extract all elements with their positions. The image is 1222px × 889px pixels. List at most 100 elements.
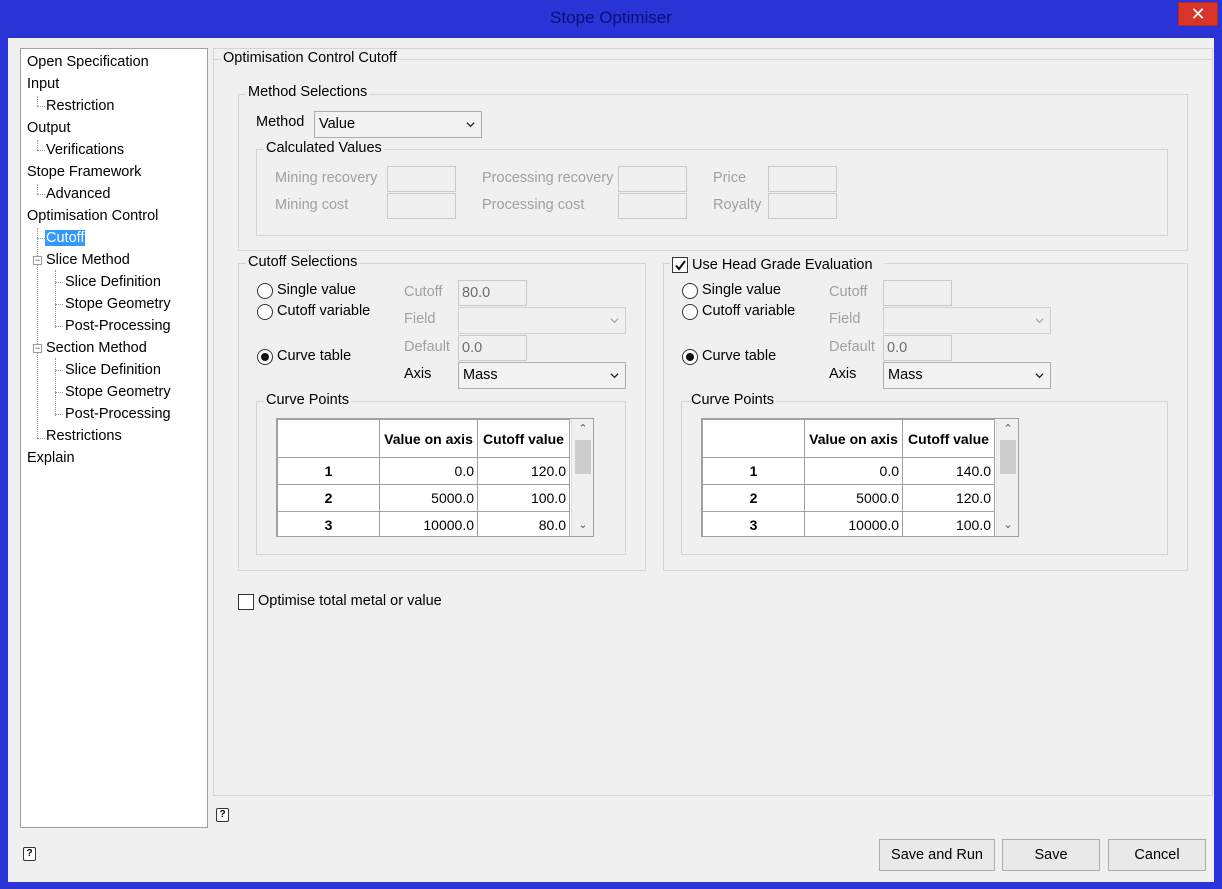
tree-item-output[interactable]: Output [27,118,71,138]
scroll-thumb[interactable] [575,440,591,474]
table-scrollbar[interactable]: ⌃ ⌄ [571,419,593,536]
table-cell[interactable]: 80.0 [477,511,570,536]
scroll-up-icon[interactable]: ⌃ [997,421,1018,437]
curve-table-label: Curve table [277,348,352,364]
tree-item-slice-definition[interactable]: Slice Definition [65,272,161,292]
tree-item-input[interactable]: Input [27,74,59,94]
field-select[interactable] [458,307,626,334]
table-row[interactable]: 1 0.0 120.0 [277,457,570,485]
table-row[interactable]: 3 10000.0 100.0 [702,511,995,536]
scroll-thumb[interactable] [1000,440,1016,474]
table-cell[interactable]: 5000.0 [804,484,903,512]
tree-item-section-method[interactable]: Section Method [46,338,147,358]
help-icon[interactable]: ? [23,847,36,861]
cutoff-field[interactable]: 80.0 [458,280,527,306]
hg-field-select[interactable] [883,307,1051,334]
tree-item-label: Slice Definition [65,274,161,290]
column-header: Value on axis [804,419,903,458]
save-button[interactable]: Save [1002,839,1100,871]
tree-item-label: Verifications [46,142,125,158]
collapse-icon[interactable]: − [33,256,42,265]
table-cell[interactable]: 0.0 [379,457,478,485]
scroll-up-icon[interactable]: ⌃ [572,421,593,437]
row-header: 3 [277,511,380,536]
tree-item-slice-definition[interactable]: Slice Definition [65,360,161,380]
tree-line [55,326,63,327]
tree-item-verifications[interactable]: Verifications [46,140,124,160]
table-cell[interactable]: 5000.0 [379,484,478,512]
optimise-checkbox[interactable] [238,594,254,610]
default-field[interactable]: 0.0 [458,335,527,361]
processing-cost-field[interactable] [618,193,687,219]
collapse-icon[interactable]: − [33,344,42,353]
tree-item-explain[interactable]: Explain [27,448,75,468]
table-row[interactable]: 2 5000.0 100.0 [277,484,570,512]
table-row[interactable]: 2 5000.0 120.0 [702,484,995,512]
tree-item-label: Input [27,76,60,92]
tree-item-stope-geometry[interactable]: Stope Geometry [65,382,171,402]
table-cell[interactable]: 120.0 [902,484,995,512]
hg-axis-select[interactable]: Mass [883,362,1051,389]
hg-curve-points-label: Curve Points [689,392,777,408]
help-icon[interactable]: ? [216,808,229,822]
curve-table-radio[interactable] [257,349,273,365]
table-row[interactable]: 3 10000.0 80.0 [277,511,570,536]
table-cell[interactable]: 10000.0 [804,511,903,536]
table-cell[interactable]: 100.0 [477,484,570,512]
tree-item-label: Optimisation Control [27,208,159,224]
method-select[interactable]: Value [314,111,482,138]
table-cell[interactable]: 100.0 [902,511,995,536]
hg-cutoff-variable-radio[interactable] [682,304,698,320]
cancel-button[interactable]: Cancel [1108,839,1206,871]
tree-item-optimisation-control[interactable]: Optimisation Control [27,206,158,226]
processing-recovery-field[interactable] [618,166,687,192]
method-selections-label: Method Selections [246,84,370,100]
axis-select[interactable]: Mass [458,362,626,389]
hg-curve-table-radio[interactable] [682,349,698,365]
scroll-down-icon[interactable]: ⌄ [997,517,1018,533]
tree-item-restriction[interactable]: Restriction [46,96,115,116]
tree-line [37,238,45,239]
column-header: Cutoff value [902,419,995,458]
tree-item-advanced[interactable]: Advanced [46,184,111,204]
curve-points-table[interactable]: Value on axis Cutoff value 1 0.0 120.0 2… [276,418,594,537]
calculated-values-label: Calculated Values [264,140,384,156]
tree-item-slice-method[interactable]: Slice Method [46,250,130,270]
close-button[interactable]: ✕ [1178,2,1218,26]
hg-single-value-radio[interactable] [682,283,698,299]
save-and-run-button[interactable]: Save and Run [879,839,995,871]
mining-recovery-field[interactable] [387,166,456,192]
tree-item-cutoff[interactable]: Cutoff [45,228,86,248]
tree-item-post-processing[interactable]: Post-Processing [65,404,171,424]
tree-item-open-specification[interactable]: Open Specification [27,52,149,72]
hg-cutoff-field[interactable] [883,280,952,306]
navigation-tree[interactable]: − − Open Specification Input Restriction… [20,48,208,828]
mining-cost-field[interactable] [387,193,456,219]
tree-item-stope-framework[interactable]: Stope Framework [27,162,141,182]
tree-item-restrictions[interactable]: Restrictions [46,426,122,446]
hg-curve-points-table[interactable]: Value on axis Cutoff value 1 0.0 140.0 2… [701,418,1019,537]
hg-default-field[interactable]: 0.0 [883,335,952,361]
table-cell[interactable]: 10000.0 [379,511,478,536]
tree-item-post-processing[interactable]: Post-Processing [65,316,171,336]
price-field[interactable] [768,166,837,192]
method-label: Method [256,114,305,130]
cutoff-variable-radio[interactable] [257,304,273,320]
tree-item-label: Advanced [46,186,111,202]
cutoff-variable-label: Cutoff variable [277,303,371,319]
royalty-label: Royalty [713,197,762,213]
table-cell[interactable]: 120.0 [477,457,570,485]
table-cell[interactable]: 0.0 [804,457,903,485]
field-label: Field [404,311,436,327]
tree-item-label: Post-Processing [65,318,171,334]
tree-item-stope-geometry[interactable]: Stope Geometry [65,294,171,314]
single-value-radio[interactable] [257,283,273,299]
table-row[interactable]: 1 0.0 140.0 [702,457,995,485]
head-grade-checkbox[interactable] [672,257,688,273]
royalty-field[interactable] [768,193,837,219]
scroll-down-icon[interactable]: ⌄ [572,517,593,533]
table-scrollbar[interactable]: ⌃ ⌄ [996,419,1018,536]
price-label: Price [713,170,747,186]
table-cell[interactable]: 140.0 [902,457,995,485]
chevron-down-icon [610,373,619,379]
